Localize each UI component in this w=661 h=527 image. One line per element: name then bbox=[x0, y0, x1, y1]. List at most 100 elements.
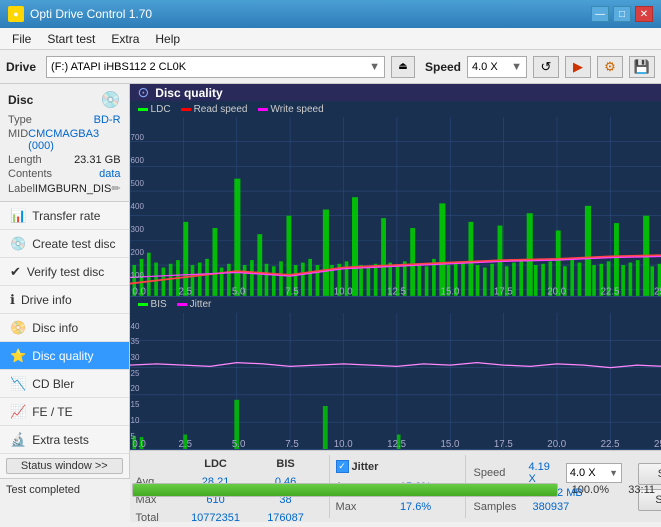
sidebar-item-extra-tests[interactable]: 🔬 Extra tests bbox=[0, 426, 129, 454]
extra-tests-icon: 🔬 bbox=[10, 432, 26, 448]
progress-fill bbox=[133, 484, 557, 496]
total-label: Total bbox=[136, 512, 181, 524]
content-area: ⊙ Disc quality LDC Read speed bbox=[130, 84, 661, 478]
cd-bler-icon: 📉 bbox=[10, 376, 26, 392]
disc-contents-value: data bbox=[99, 168, 120, 180]
app-title: Opti Drive Control 1.70 bbox=[30, 7, 591, 21]
col-bis: BIS bbox=[251, 458, 321, 470]
status-time: 33:11 bbox=[615, 484, 655, 496]
chart2-svg: 0.0 2.5 5.0 7.5 10.0 12.5 15.0 17.5 20.0… bbox=[130, 313, 661, 449]
col-ldc: LDC bbox=[181, 458, 251, 470]
status-window-button[interactable]: Status window >> bbox=[6, 458, 123, 474]
sidebar-item-fe-te[interactable]: 📈 FE / TE bbox=[0, 398, 129, 426]
app-icon: ● bbox=[8, 6, 24, 22]
speed-current: 4.19 X bbox=[528, 461, 557, 485]
transfer-rate-icon: 📊 bbox=[10, 208, 26, 224]
progress-bar bbox=[132, 483, 558, 497]
legend-ldc: LDC bbox=[138, 104, 171, 115]
sidebar-item-disc-info[interactable]: 📀 Disc info bbox=[0, 314, 129, 342]
sidebar-nav: 📊 Transfer rate 💿 Create test disc ✔ Ver… bbox=[0, 202, 129, 454]
drive-info-icon: ℹ bbox=[10, 292, 15, 308]
jitter-label: Jitter bbox=[352, 461, 379, 473]
disc-quality-icon: ⭐ bbox=[10, 348, 26, 364]
total-ldc: 10772351 bbox=[181, 512, 251, 524]
settings-button[interactable]: ⚙ bbox=[597, 56, 623, 78]
sidebar-item-drive-info[interactable]: ℹ Drive info bbox=[0, 286, 129, 314]
drive-label: Drive bbox=[6, 60, 36, 74]
minimize-button[interactable]: — bbox=[591, 6, 609, 22]
fe-te-icon: 📈 bbox=[10, 404, 26, 420]
save-button[interactable]: 💾 bbox=[629, 56, 655, 78]
sidebar-item-create-test-disc[interactable]: 💿 Create test disc bbox=[0, 230, 129, 258]
content-header: ⊙ Disc quality bbox=[130, 84, 661, 101]
disc-mid-label: MID bbox=[8, 128, 28, 152]
svg-text:15.0: 15.0 bbox=[440, 287, 459, 296]
title-buttons: — □ ✕ bbox=[591, 6, 653, 22]
start-full-button[interactable]: Start full bbox=[638, 463, 661, 485]
content-icon: ⊙ bbox=[138, 84, 150, 101]
svg-text:22.5: 22.5 bbox=[600, 439, 619, 450]
drive-select[interactable]: (F:) ATAPI iHBS112 2 CL0K ▼ bbox=[46, 56, 385, 78]
menu-bar: File Start test Extra Help bbox=[0, 28, 661, 50]
disc-mid-value: CMCMAGBA3 (000) bbox=[28, 128, 120, 152]
svg-text:17.5: 17.5 bbox=[493, 439, 512, 450]
legend-write-speed: Write speed bbox=[258, 104, 324, 115]
samples-key: Samples bbox=[474, 501, 529, 513]
disc-panel: Disc 💿 Type BD-R MID CMCMAGBA3 (000) Len… bbox=[0, 84, 129, 202]
svg-text:20.0: 20.0 bbox=[547, 287, 566, 296]
disc-title: Disc bbox=[8, 93, 33, 107]
svg-text:2.5: 2.5 bbox=[178, 287, 192, 296]
sidebar-item-transfer-rate[interactable]: 📊 Transfer rate bbox=[0, 202, 129, 230]
jitter-max: 17.6% bbox=[381, 501, 451, 513]
total-bis: 176087 bbox=[251, 512, 321, 524]
svg-text:10.0: 10.0 bbox=[333, 439, 352, 450]
chart1-legend: LDC Read speed Write speed bbox=[130, 101, 661, 117]
content-title: Disc quality bbox=[155, 86, 222, 100]
menu-start-test[interactable]: Start test bbox=[39, 30, 103, 48]
disc-label-icon[interactable]: ✏ bbox=[111, 182, 120, 195]
sidebar-item-verify-test-disc[interactable]: ✔ Verify test disc bbox=[0, 258, 129, 286]
drive-bar: Drive (F:) ATAPI iHBS112 2 CL0K ▼ ⏏ Spee… bbox=[0, 50, 661, 84]
speed-dropdown[interactable]: 4.0 X ▼ bbox=[566, 463, 622, 483]
svg-text:2.5: 2.5 bbox=[178, 439, 192, 450]
disc-label-value: IMGBURN_DIS bbox=[35, 183, 111, 195]
menu-extra[interactable]: Extra bbox=[103, 30, 147, 48]
refresh-button[interactable]: ↺ bbox=[533, 56, 559, 78]
svg-text:5.0: 5.0 bbox=[231, 287, 245, 296]
eject-button[interactable]: ⏏ bbox=[391, 56, 415, 78]
disc-type-value: BD-R bbox=[94, 114, 121, 126]
svg-text:22.5: 22.5 bbox=[600, 287, 619, 296]
chart1-y-axis-left: 700 600 500 400 300 200 100 bbox=[130, 117, 158, 296]
verify-test-icon: ✔ bbox=[10, 264, 21, 280]
legend-read-speed: Read speed bbox=[181, 104, 248, 115]
legend-bis: BIS bbox=[138, 299, 167, 310]
chart-bis: BIS Jitter bbox=[130, 297, 661, 450]
menu-file[interactable]: File bbox=[4, 30, 39, 48]
maximize-button[interactable]: □ bbox=[613, 6, 631, 22]
close-button[interactable]: ✕ bbox=[635, 6, 653, 22]
speed-select[interactable]: 4.0 X ▼ bbox=[467, 56, 527, 78]
menu-help[interactable]: Help bbox=[147, 30, 188, 48]
svg-text:7.5: 7.5 bbox=[285, 287, 299, 296]
disc-type-label: Type bbox=[8, 114, 32, 126]
chart1-svg-container: 0.0 2.5 5.0 7.5 10.0 12.5 15.0 17.5 20.0… bbox=[130, 117, 661, 296]
svg-text:12.5: 12.5 bbox=[387, 439, 406, 450]
svg-text:25.0 GB: 25.0 GB bbox=[654, 287, 661, 296]
sidebar-item-disc-quality[interactable]: ⭐ Disc quality bbox=[0, 342, 129, 370]
charts-area: LDC Read speed Write speed bbox=[130, 101, 661, 450]
svg-text:17.5: 17.5 bbox=[493, 287, 512, 296]
disc-contents-label: Contents bbox=[8, 168, 52, 180]
start-button[interactable]: ▶ bbox=[565, 56, 591, 78]
chart2-y-axis-left: 40 35 30 25 20 15 10 5 bbox=[130, 313, 152, 449]
svg-text:5.0: 5.0 bbox=[231, 439, 245, 450]
create-test-icon: 💿 bbox=[10, 236, 26, 252]
chart2-legend: BIS Jitter bbox=[130, 297, 661, 313]
sidebar-item-cd-bler[interactable]: 📉 CD Bler bbox=[0, 370, 129, 398]
svg-text:10.0: 10.0 bbox=[333, 287, 352, 296]
disc-label-label: Label bbox=[8, 183, 35, 195]
progress-percent: 100.0% bbox=[564, 484, 609, 496]
disc-length-value: 23.31 GB bbox=[74, 154, 120, 166]
jitter-checkbox[interactable]: ✓ bbox=[336, 460, 349, 473]
sidebar: Disc 💿 Type BD-R MID CMCMAGBA3 (000) Len… bbox=[0, 84, 130, 478]
title-bar: ● Opti Drive Control 1.70 — □ ✕ bbox=[0, 0, 661, 28]
